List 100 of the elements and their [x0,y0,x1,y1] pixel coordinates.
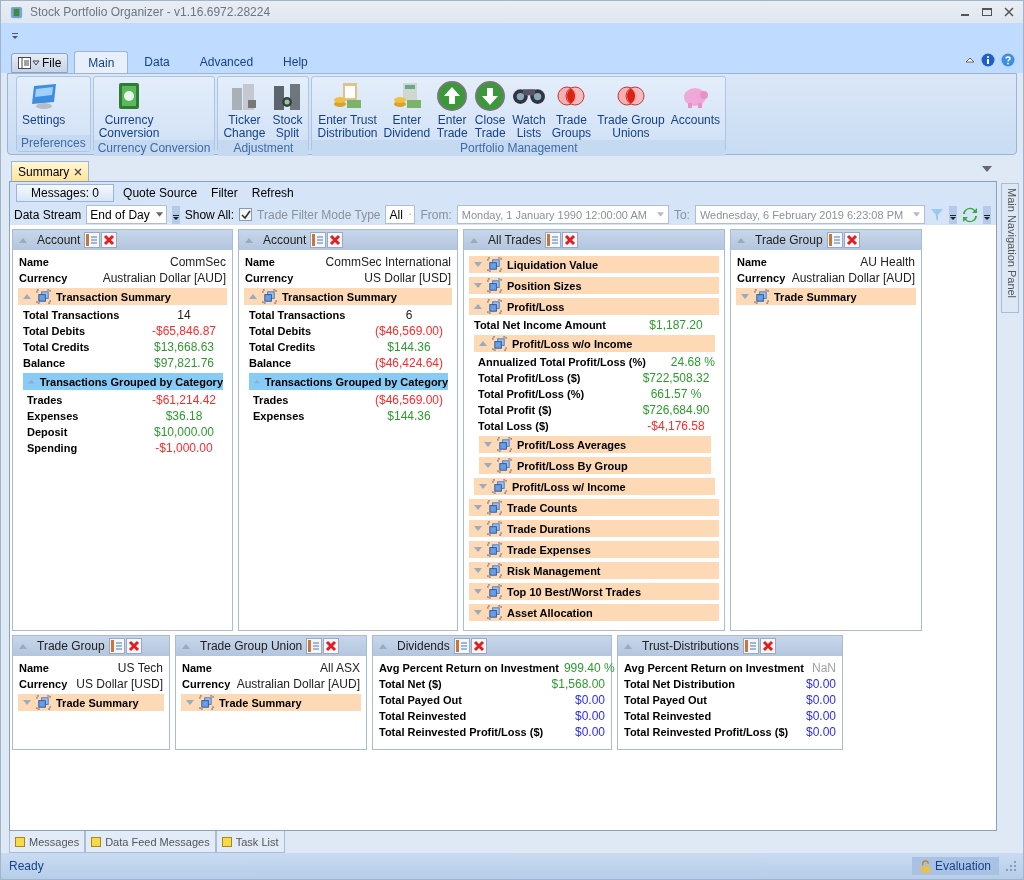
close-icon[interactable] [74,167,83,176]
ribbon-button[interactable]: Enter Trust Distribution [314,77,381,140]
toolbar-button[interactable]: Quote Source [118,184,203,202]
category-header[interactable]: Transactions Grouped by Category [23,373,223,390]
ribbon-button[interactable]: Close Trade [471,77,510,140]
field-label: Total Debits [23,325,87,337]
file-button[interactable]: File [11,53,69,73]
bottom-tab[interactable]: Task List [215,831,285,853]
window-icon [487,257,502,272]
from-label: From: [420,207,452,222]
close-icon[interactable] [125,638,142,654]
ribbon-button[interactable]: Trade Group Unions [594,77,668,140]
section-header[interactable]: Risk Management [469,562,719,579]
ribbon-button[interactable]: Settings [19,77,69,127]
section-header[interactable]: Profit/Loss w/ Income [474,478,715,495]
ribbon-button[interactable]: Currency Conversion [95,77,163,140]
section-header[interactable]: Trade Summary [18,694,164,711]
field-value: 14 [177,308,191,322]
quick-access-menu-icon[interactable] [11,32,19,40]
window-icon [487,584,502,599]
section-header[interactable]: Profit/Loss By Group [479,457,711,474]
notes-icon[interactable] [84,232,101,248]
dropdown-arrow-icon [656,212,664,217]
document-tab[interactable]: Summary [11,161,90,181]
section-header[interactable]: Asset Allocation [469,604,719,621]
section-header[interactable]: Trade Summary [736,288,916,305]
dropdown-arrow-icon [913,212,921,217]
dropdown-arrow-icon [155,212,163,217]
field-label: Total Net Income Amount [474,319,607,331]
ribbon-group-label: Portfolio Management [312,140,726,156]
messages-button[interactable]: Messages: 0 [16,184,115,202]
padlock-icon [919,859,931,873]
section-header[interactable]: Trade Counts [469,499,719,516]
panel-title: Dividends [397,639,450,653]
notes-icon[interactable] [306,638,323,654]
collapse-ribbon-icon[interactable] [965,55,975,65]
close-icon[interactable] [843,232,860,248]
ribbon-tab[interactable]: Main [74,51,129,73]
close-icon[interactable] [759,638,776,654]
close-icon[interactable] [470,638,487,654]
section-header[interactable]: Liquidation Value [469,256,719,273]
maximize-icon[interactable] [981,6,993,18]
field-value: Australian Dollar [AUD] [102,271,226,285]
section-header[interactable]: Trade Expenses [469,541,719,558]
section-header[interactable]: Trade Summary [181,694,361,711]
toolbar-overflow-icon[interactable] [949,205,958,224]
close-icon[interactable] [1003,6,1015,18]
ribbon-button[interactable]: Enter Dividend [380,77,434,140]
field-label: Name [19,256,50,268]
to-label: To: [673,207,690,222]
section-header[interactable]: Profit/Loss Averages [479,436,711,453]
close-icon[interactable] [101,232,118,248]
ribbon-button[interactable]: Enter Trade [433,77,472,140]
field-label: Name [19,662,50,674]
dropdown-arrow-icon[interactable] [981,165,993,173]
data-stream-dropdown[interactable]: End of Day [86,205,167,224]
ribbon-button[interactable]: Stock Split [268,77,307,140]
field-label: Expenses [253,410,306,422]
ribbon-tab[interactable]: Advanced [185,51,268,73]
ribbon-button[interactable]: Accounts [667,77,724,127]
ribbon-button[interactable]: Watch Lists [509,77,549,140]
close-icon[interactable] [327,232,344,248]
ribbon-tab[interactable]: Help [269,51,322,73]
notes-icon[interactable] [826,232,843,248]
show-all-checkbox[interactable] [239,208,253,221]
close-icon[interactable] [323,638,340,654]
ribbon-button[interactable]: Trade Groups [548,77,595,140]
field-value: CommSec International [325,255,451,269]
field-label: Expenses [27,410,80,422]
bottom-tab[interactable]: Data Feed Messages [85,831,216,853]
toolbar-overflow-icon[interactable] [983,205,992,224]
notes-icon[interactable] [545,232,562,248]
section-header[interactable]: Transaction Summary [18,288,227,305]
panel-title: Trade Group [37,639,105,653]
field-label: Avg Percent Return on Investment [379,662,559,674]
ribbon-button[interactable]: Ticker Change [220,77,269,140]
section-header[interactable]: Top 10 Best/Worst Trades [469,583,719,600]
close-icon[interactable] [562,232,579,248]
notes-icon[interactable] [108,638,125,654]
notes-icon[interactable] [310,232,327,248]
notes-icon[interactable] [742,638,759,654]
toolbar-button[interactable]: Filter [206,184,243,202]
toolbar-button[interactable]: Refresh [246,184,299,202]
section-header[interactable]: Trade Durations [469,520,719,537]
info-icon[interactable] [981,53,995,67]
toolbar-overflow-icon[interactable] [171,205,180,224]
window-icon [91,836,102,847]
field-label: Total Net ($) [379,678,443,690]
navigation-panel-tab[interactable]: Main Navigation Panel [1001,183,1019,313]
notes-icon[interactable] [453,638,470,654]
section-header[interactable]: Transaction Summary [244,288,452,305]
category-header[interactable]: Transactions Grouped by Category [249,373,448,390]
evaluation-label: Evaluation [934,859,991,873]
bottom-tab[interactable]: Messages [9,831,86,853]
help-icon[interactable] [1001,53,1015,67]
section-header[interactable]: Position Sizes [469,277,719,294]
ribbon-tab[interactable]: Data [130,51,184,73]
resize-grip-icon[interactable] [1005,860,1017,872]
section-header[interactable]: Profit/Loss [469,298,719,315]
section-header[interactable]: Profit/Loss w/o Income [474,335,715,352]
